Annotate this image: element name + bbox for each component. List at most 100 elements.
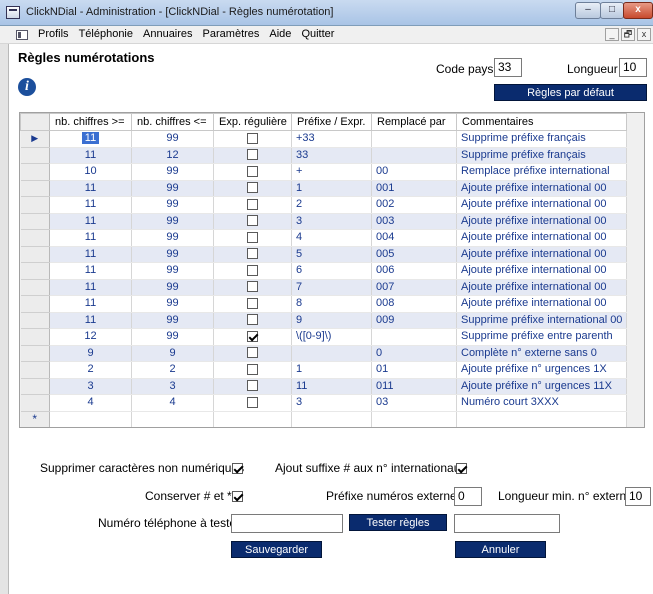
new-row-cell[interactable] [49,411,132,427]
min-length-input[interactable]: 10 [625,487,651,506]
test-rules-button[interactable]: Tester règles [349,514,447,531]
cell-replace[interactable]: 00 [371,163,457,181]
row-header[interactable] [20,147,50,164]
table-row[interactable]: 2 2 1 01 Ajoute préfixe n° urgences 1X [20,361,628,379]
cell-min[interactable]: 11 [49,246,132,263]
cell-min[interactable]: 11 [49,213,132,230]
document-icon[interactable] [16,30,28,40]
cell-replace[interactable]: 001 [371,180,457,197]
cell-replace[interactable]: 007 [371,279,457,296]
row-header[interactable] [20,361,50,379]
cell-prefix[interactable]: + [291,163,372,181]
cell-prefix[interactable]: 2 [291,196,372,214]
cell-comment[interactable]: Supprime préfixe français [456,147,628,164]
column-header-comment[interactable]: Commentaires [455,113,628,131]
new-row-cell[interactable] [456,411,628,427]
mdi-restore-button[interactable]: 🗗 [621,28,635,41]
cell-comment[interactable]: Supprime préfixe français [456,130,628,148]
cell-replace[interactable]: 003 [371,213,457,230]
cell-prefix[interactable]: 33 [291,147,372,164]
cell-min[interactable]: 4 [49,394,132,412]
regex-checkbox[interactable] [247,330,258,342]
table-row[interactable]: 11 99 3 003 Ajoute préfixe international 00 [20,213,628,230]
cell-max[interactable]: 99 [131,279,214,296]
cell-min[interactable]: 11 [49,196,132,214]
row-header[interactable] [20,345,50,362]
table-row[interactable]: 11 99 4 004 Ajoute préfixe international 00 [20,229,628,247]
cell-max[interactable]: 9 [131,345,214,362]
table-row[interactable]: 11 99 7 007 Ajoute préfixe international 00 [20,279,628,296]
row-header[interactable] [20,213,50,230]
cell-max[interactable]: 99 [131,312,214,329]
cell-comment[interactable]: Numéro court 3XXX [456,394,628,412]
table-row[interactable]: 12 99 \([0-9]\) Supprime préfixe entre pare… [20,328,628,346]
cell-prefix[interactable]: \([0-9]\) [291,328,372,346]
longueur-input[interactable]: 10 [619,58,647,77]
row-header[interactable] [20,328,50,346]
cell-prefix[interactable]: 1 [291,361,372,379]
cell-replace[interactable]: 008 [371,295,457,313]
row-header[interactable] [20,394,50,412]
cell-prefix[interactable]: +33 [291,130,372,148]
cell-max[interactable]: 99 [131,295,214,313]
default-rules-button[interactable]: Règles par défaut [494,84,647,101]
cell-max[interactable]: 99 [131,130,214,148]
close-button[interactable]: x [623,2,653,19]
regex-checkbox[interactable] [247,380,258,392]
menu-telephonie[interactable]: Téléphonie [78,28,134,40]
table-row[interactable]: 4 4 3 03 Numéro court 3XXX [20,394,628,412]
cell-replace[interactable]: 005 [371,246,457,263]
menu-aide[interactable]: Aide [268,28,292,40]
column-header-max[interactable]: nb. chiffres <= [131,113,214,131]
cell-comment[interactable]: Ajoute préfixe international 00 [456,196,628,214]
regex-checkbox[interactable] [247,264,258,276]
menu-parametres[interactable]: Paramètres [202,28,261,40]
table-row[interactable]: ▶ 11 99 +33 Supprime préfixe français [20,130,628,148]
cell-comment[interactable]: Supprime préfixe entre parenth [456,328,628,346]
regex-checkbox[interactable] [247,149,258,161]
cell-replace[interactable] [371,130,457,148]
cell-comment[interactable]: Ajoute préfixe n° urgences 1X [456,361,628,379]
table-row[interactable]: 11 99 5 005 Ajoute préfixe international 00 [20,246,628,263]
cell-min[interactable]: 11 [49,229,132,247]
current-row-marker[interactable]: ▶ [20,130,50,148]
row-header[interactable] [20,196,50,214]
code-pays-input[interactable]: 33 [494,58,522,77]
cell-max[interactable]: 99 [131,246,214,263]
menu-profils[interactable]: Profils [37,28,70,40]
cell-prefix[interactable]: 7 [291,279,372,296]
cell-comment[interactable]: Ajoute préfixe n° urgences 11X [456,378,628,395]
cell-prefix[interactable]: 5 [291,246,372,263]
cell-max[interactable]: 99 [131,229,214,247]
external-prefix-input[interactable]: 0 [454,487,482,506]
row-header[interactable] [20,229,50,247]
cell-prefix[interactable]: 4 [291,229,372,247]
regex-checkbox[interactable] [247,281,258,293]
cell-comment[interactable]: Ajoute préfixe international 00 [456,295,628,313]
regex-checkbox[interactable] [247,215,258,227]
cell-comment[interactable]: Ajoute préfixe international 00 [456,213,628,230]
row-header[interactable] [20,163,50,181]
save-button[interactable]: Sauvegarder [231,541,322,558]
cell-min[interactable]: 3 [49,378,132,395]
mdi-close-button[interactable]: x [637,28,651,41]
maximize-button[interactable]: □ [600,2,624,19]
cell-min[interactable]: 11 [49,262,132,280]
test-number-input[interactable] [231,514,343,533]
row-header[interactable] [20,262,50,280]
regex-checkbox[interactable] [247,165,258,177]
regex-checkbox[interactable] [247,314,258,326]
cell-max[interactable]: 12 [131,147,214,164]
row-header[interactable] [20,246,50,263]
cell-comment[interactable]: Ajoute préfixe international 00 [456,180,628,197]
cell-min[interactable]: 11 [49,180,132,197]
cell-max[interactable]: 99 [131,163,214,181]
cell-max[interactable]: 4 [131,394,214,412]
column-header-replace[interactable]: Remplacé par [371,113,457,131]
cell-comment[interactable]: Ajoute préfixe international 00 [456,262,628,280]
cell-comment[interactable]: Ajoute préfixe international 00 [456,246,628,263]
new-row-marker[interactable]: * [20,411,50,427]
table-row[interactable]: 11 99 6 006 Ajoute préfixe international 00 [20,262,628,280]
new-row-cell[interactable] [213,411,292,427]
table-row[interactable]: 11 99 9 009 Supprime préfixe international 0… [20,312,628,329]
